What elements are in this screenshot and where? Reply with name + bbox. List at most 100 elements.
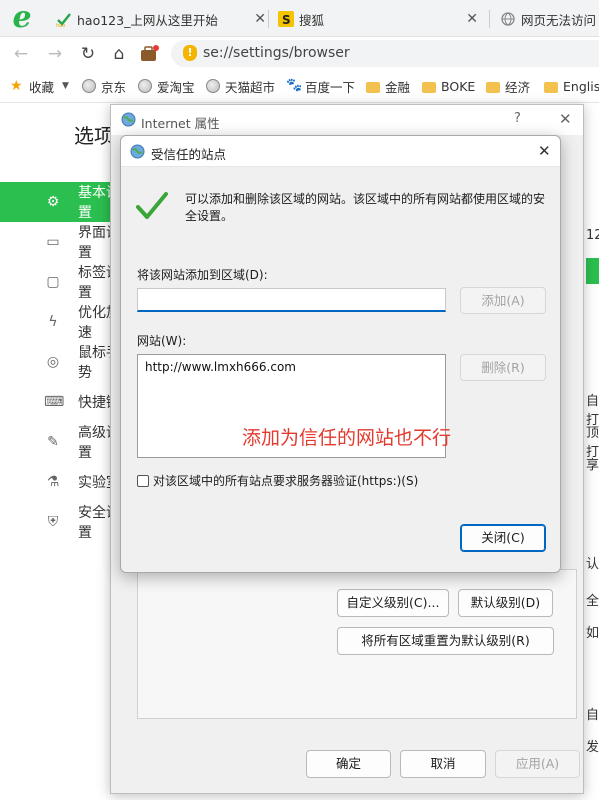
sohu-icon: S [278, 11, 294, 27]
annotation-text: 添加为信任的网站也不行 [242, 427, 452, 449]
add-site-input[interactable] [137, 288, 446, 312]
bookmark-folder[interactable]: 经济 [486, 77, 530, 95]
sidebar-item-lab[interactable]: ⚗ 实验室 [0, 462, 120, 502]
tab-hao123[interactable]: hao hao123_上网从这里开始 ✕ [56, 5, 266, 33]
sidebar-item-tabs[interactable]: ▢ 标签设置 [0, 262, 120, 302]
edge-text: 12 [586, 228, 599, 243]
sidebar-item-mouse[interactable]: ◎ 鼠标手势 [0, 342, 120, 382]
bookmark-item[interactable]: 京东 [82, 77, 126, 95]
https-checkbox[interactable] [137, 474, 149, 487]
address-bar[interactable]: ! se://settings/browser [171, 40, 599, 67]
edge-text: 发 [586, 740, 599, 755]
dialog-titlebar: Internet 属性 ? ✕ [111, 105, 583, 135]
zone-description: 可以添加和删除该区域的网站。该区域中的所有网站都使用区域的安全设置。 [185, 192, 546, 223]
folder-icon [486, 81, 500, 93]
ok-button[interactable]: 确定 [306, 750, 391, 778]
globe-icon [500, 11, 516, 27]
tab-separator [489, 10, 490, 28]
chevron-down-icon[interactable]: ▼ [62, 81, 69, 91]
tab-title: 网页无法访问 [521, 12, 597, 28]
reload-icon[interactable]: ↻ [78, 44, 98, 64]
remove-site-button[interactable]: 删除(R) [460, 354, 546, 381]
sidebar-item-advanced[interactable]: ✎ 高级设置 [0, 422, 120, 462]
apply-button[interactable]: 应用(A) [495, 750, 580, 778]
close-icon[interactable]: ✕ [559, 110, 572, 128]
folder-icon [544, 81, 558, 93]
edge-text: 认 [586, 557, 599, 572]
back-icon[interactable]: ← [11, 44, 31, 64]
globe-icon [138, 79, 152, 93]
custom-level-button[interactable]: 自定义级别(C)... [337, 589, 449, 617]
bookmark-item[interactable]: 🐾 百度一下 [286, 77, 355, 95]
bookmark-label: 京东 [101, 79, 127, 95]
edge-green-button[interactable] [586, 258, 599, 284]
folder-icon [422, 81, 436, 93]
checkmark-icon [136, 192, 168, 219]
bookmark-folder[interactable]: 金融 [366, 77, 410, 95]
shield-icon: ⛨ [47, 514, 59, 530]
bookmark-item[interactable]: 天猫超市 [206, 77, 275, 95]
address-text[interactable]: se://settings/browser [203, 45, 350, 61]
home-icon[interactable]: ⌂ [109, 44, 129, 64]
window-icon: ▭ [46, 234, 60, 250]
tab-title: 搜狐 [299, 12, 325, 28]
bookmarks-bar: ★ 收藏 ▼ 京东 爱淘宝 天猫超市 🐾 百度一下 金融 BOKE 经济 Engl… [0, 70, 599, 103]
forward-icon[interactable]: → [45, 44, 65, 64]
edge-text: 如 [586, 626, 599, 641]
add-site-label: 将该网站添加到区域(D): [137, 268, 268, 282]
sidebar-item-interface[interactable]: ▭ 界面设置 [0, 222, 120, 262]
svg-text:hao: hao [56, 23, 65, 27]
add-site-button[interactable]: 添加(A) [460, 287, 546, 314]
tab-title: hao123_上网从这里开始 [77, 12, 218, 28]
close-button[interactable]: 关闭(C) [460, 524, 546, 552]
hao123-icon: hao [56, 11, 72, 27]
star-icon: ★ [10, 78, 23, 94]
close-icon[interactable]: ✕ [254, 11, 266, 27]
bookmark-folder[interactable]: English [544, 77, 599, 95]
bookmark-item[interactable]: 爱淘宝 [138, 77, 195, 95]
sidebar-item-shortcuts[interactable]: ⌨ 快捷键 [0, 382, 120, 422]
mouse-icon: ◎ [46, 354, 60, 370]
edge-text: 享 [586, 458, 599, 473]
tab-error[interactable]: 网页无法访问 [500, 5, 599, 33]
checkbox-label: 对该区域中的所有站点要求服务器验证(https:)(S) [153, 474, 419, 488]
page-title: 选项 [74, 124, 114, 148]
sidebar-item-basic[interactable]: ⚙ 基本设置 [0, 182, 120, 222]
bookmark-favorites[interactable]: ★ 收藏 ▼ [10, 77, 69, 95]
globe-icon [82, 79, 96, 93]
svg-text:S: S [282, 13, 291, 27]
baidu-paw-icon: 🐾 [286, 78, 303, 93]
edge-text: 全 [586, 594, 599, 609]
flask-icon: ⚗ [46, 474, 60, 490]
sidebar-item-security[interactable]: ⛨ 安全设置 [0, 502, 120, 542]
dialog-title: Internet 属性 [141, 116, 220, 131]
close-icon[interactable]: ✕ [466, 11, 478, 27]
bolt-icon: ϟ [48, 314, 58, 330]
bookmark-label: English [563, 78, 599, 94]
trusted-sites-dialog: 受信任的站点 ✕ 可以添加和删除该区域的网站。该区域中的所有网站都使用区域的安全… [120, 135, 561, 573]
gear-icon: ⚙ [46, 194, 60, 210]
tab-sohu[interactable]: S 搜狐 ✕ [278, 5, 478, 33]
internet-globe-icon [130, 144, 145, 159]
bookmark-label: 金融 [385, 79, 411, 95]
help-icon[interactable]: ? [514, 111, 521, 126]
bookmark-folder[interactable]: BOKE [422, 77, 475, 95]
cancel-button[interactable]: 取消 [400, 750, 486, 778]
warning-icon[interactable]: ! [183, 45, 197, 61]
browser-logo-icon[interactable]: e [6, 3, 38, 35]
https-verification-option[interactable]: 对该区域中的所有站点要求服务器验证(https:)(S) [137, 472, 418, 489]
folder-icon [366, 81, 380, 93]
list-item[interactable]: http://www.lmxh666.com [145, 360, 296, 374]
close-icon[interactable]: ✕ [538, 142, 551, 160]
bookmark-label: 经济 [505, 79, 531, 95]
bookmark-label: 百度一下 [305, 79, 356, 95]
wrench-icon: ✎ [47, 434, 59, 450]
extension-icon[interactable] [139, 44, 159, 64]
globe-icon [206, 79, 220, 93]
sidebar-item-optimize[interactable]: ϟ 优化加速 [0, 302, 120, 342]
internet-globe-icon [121, 112, 136, 127]
default-level-button[interactable]: 默认级别(D) [458, 589, 553, 617]
dialog-title: 受信任的站点 [151, 147, 227, 162]
dialog-titlebar: 受信任的站点 ✕ [121, 136, 560, 167]
reset-all-zones-button[interactable]: 将所有区域重置为默认级别(R) [337, 627, 554, 655]
